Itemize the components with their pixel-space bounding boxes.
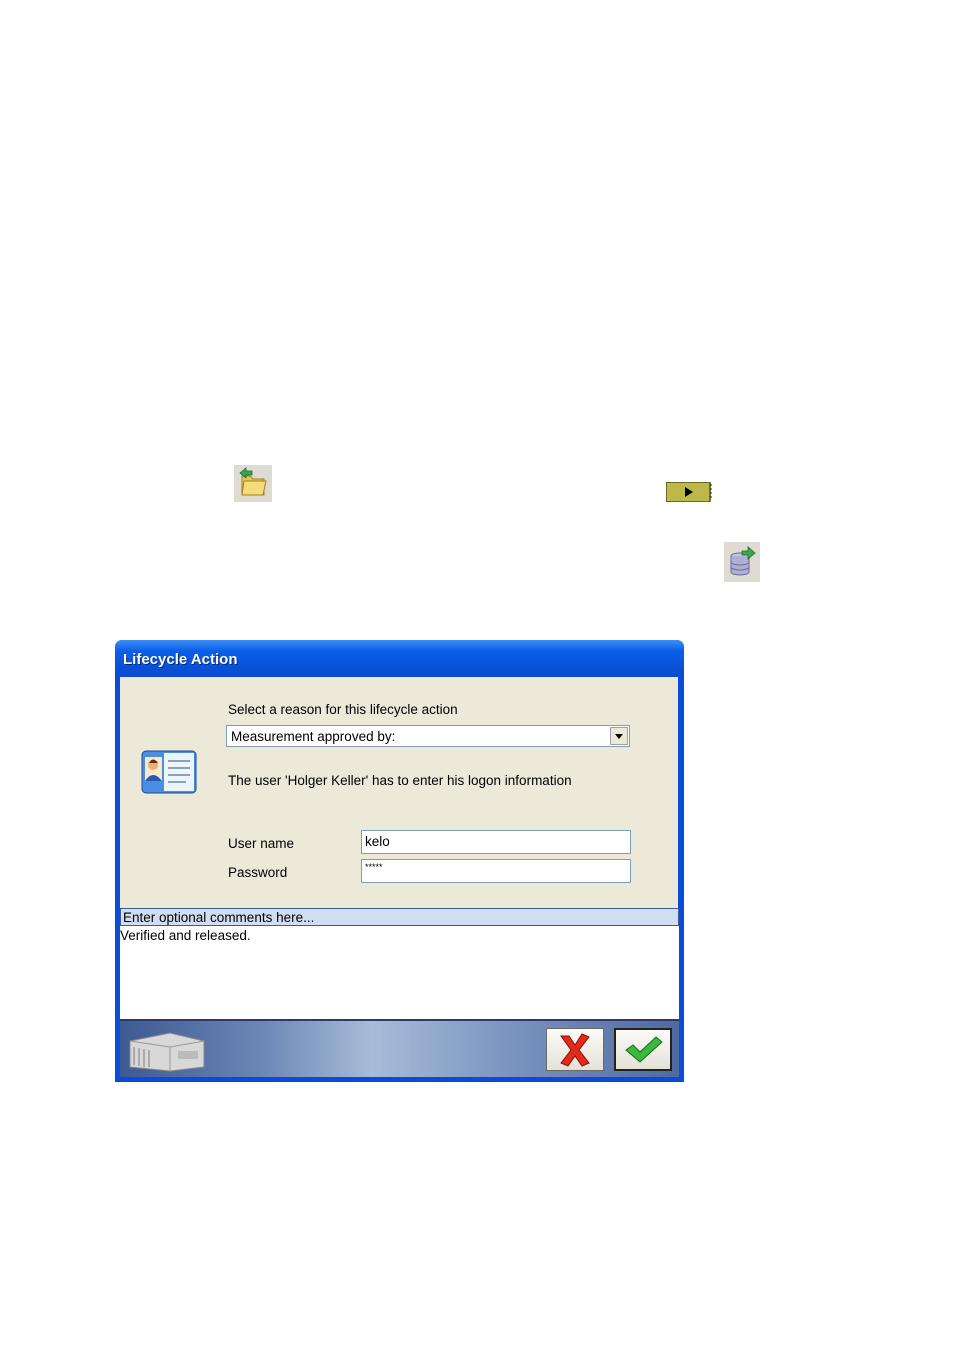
red-x-icon: [560, 1033, 590, 1067]
comments-header: Enter optional comments here...: [120, 908, 679, 926]
play-button[interactable]: [665, 481, 712, 503]
password-value: *****: [365, 862, 383, 872]
dialog-body: Select a reason for this lifecycle actio…: [120, 677, 678, 909]
comments-header-label: Enter optional comments here...: [123, 910, 315, 925]
user-card-icon: [140, 747, 200, 797]
dialog-titlebar[interactable]: Lifecycle Action: [115, 640, 684, 676]
password-label: Password: [228, 865, 288, 880]
folder-back-icon[interactable]: [234, 465, 272, 502]
username-value: kelo: [365, 834, 390, 849]
lifecycle-action-dialog: Lifecycle Action Select a reason for thi…: [115, 640, 684, 1082]
comments-text: Verified and released.: [120, 928, 251, 943]
dialog-title: Lifecycle Action: [123, 651, 238, 668]
cancel-button[interactable]: [546, 1028, 604, 1071]
dialog-footer: [120, 1019, 679, 1077]
ok-button[interactable]: [614, 1028, 672, 1071]
username-field[interactable]: kelo: [361, 830, 631, 854]
database-export-icon[interactable]: [724, 542, 760, 582]
username-label: User name: [228, 836, 295, 851]
server-icon: [126, 1027, 208, 1073]
green-check-icon: [625, 1036, 663, 1063]
chevron-down-icon[interactable]: [610, 727, 628, 745]
reason-select[interactable]: Measurement approved by:: [226, 725, 630, 747]
logon-info-text: The user 'Holger Keller' has to enter hi…: [228, 773, 572, 788]
reason-label: Select a reason for this lifecycle actio…: [228, 702, 458, 717]
comments-textarea[interactable]: Verified and released.: [120, 926, 679, 1019]
password-field[interactable]: *****: [361, 859, 631, 883]
reason-select-value: Measurement approved by:: [231, 729, 396, 744]
